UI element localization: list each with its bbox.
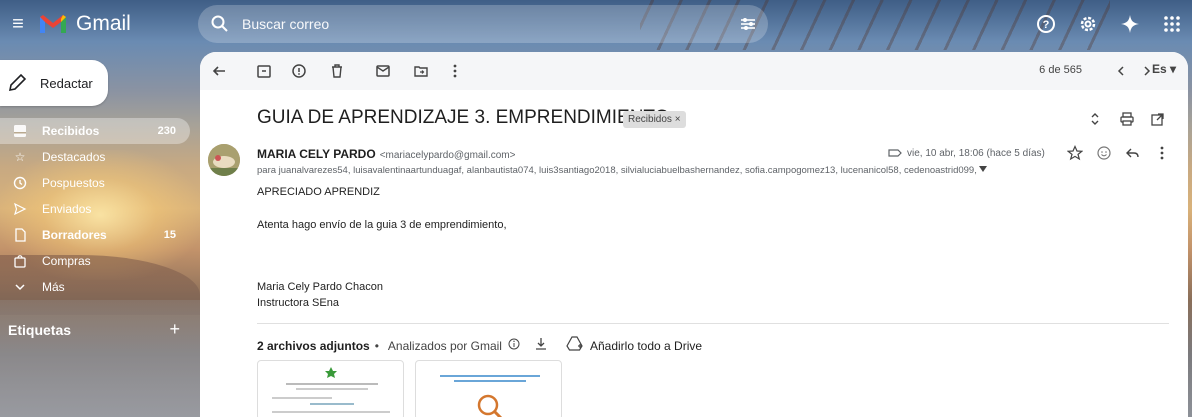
search-icon[interactable] [210, 14, 230, 34]
labels-section-header: Etiquetas + [8, 320, 180, 338]
mark-unread-icon[interactable] [374, 62, 392, 80]
input-language-label: Es [1151, 62, 1167, 76]
gmail-logo[interactable]: Gmail [38, 11, 131, 37]
apps-grid-icon[interactable] [1160, 12, 1184, 36]
sidebar-item-compras[interactable]: Compras [0, 248, 190, 274]
top-bar: ≡ Gmail ? [0, 0, 1192, 48]
gmail-logo-text: Gmail [76, 12, 131, 35]
pagination-count: 6 de 565 [1039, 64, 1082, 76]
sender-avatar[interactable] [208, 144, 240, 176]
draft-icon [12, 227, 28, 243]
bag-icon [12, 253, 28, 269]
sidebar-item-pospuestos[interactable]: Pospuestos [0, 170, 190, 196]
settings-gear-icon[interactable] [1076, 12, 1100, 36]
move-to-folder-icon[interactable] [412, 62, 430, 80]
separator-dot: • [374, 338, 379, 353]
labels-heading: Etiquetas [8, 322, 72, 338]
send-icon [12, 201, 28, 217]
sidebar-item-label: Borradores [42, 228, 107, 242]
email-body-text: Atenta hago envío de la guia 3 de empren… [257, 219, 507, 231]
recipients-list: para juanalvarezes54, luisavalentinaartu… [257, 165, 977, 176]
search-options-icon[interactable] [738, 14, 758, 34]
search-input[interactable] [242, 16, 702, 32]
sidebar-item-borradores[interactable]: Borradores 15 [0, 222, 190, 248]
reply-icon[interactable] [1123, 144, 1141, 162]
report-spam-icon[interactable] [290, 62, 308, 80]
sender-email: <mariacelypardo@gmail.com> [379, 150, 516, 161]
attachment-thumbnail-2[interactable] [415, 360, 562, 417]
add-all-to-drive-link[interactable]: Añadirlo todo a Drive [590, 339, 702, 353]
message-toolbar: 6 de 565 Es ▾ [200, 52, 1188, 90]
add-to-drive-icon[interactable] [566, 336, 584, 355]
email-subject: GUIA DE APRENDIZAJE 3. EMPRENDIMIENTO [257, 107, 670, 128]
svg-text:?: ? [1043, 19, 1050, 31]
header-actions: ? [1034, 12, 1184, 36]
message-pane: 6 de 565 Es ▾ GUIA DE APRENDIZAJE 3. EMP… [200, 52, 1188, 417]
previous-page-icon[interactable] [1112, 62, 1130, 80]
info-icon[interactable] [508, 338, 520, 353]
draft-count: 15 [163, 229, 176, 241]
gmail-m-icon [38, 13, 68, 35]
sidebar-item-label: Pospuestos [42, 176, 105, 190]
sidebar-item-label: Recibidos [42, 124, 100, 138]
sidebar-item-label: Enviados [42, 202, 92, 216]
pencil-icon [6, 72, 28, 94]
sidebar-item-destacados[interactable]: ☆ Destacados [0, 144, 190, 170]
chevron-down-icon [12, 279, 28, 295]
open-new-window-icon[interactable] [1148, 110, 1166, 128]
search-bar[interactable] [198, 5, 768, 43]
help-icon[interactable]: ? [1034, 12, 1058, 36]
message-more-icon[interactable] [1153, 144, 1171, 162]
sender-line: MARIA CELY PARDO <mariacelypardo@gmail.co… [257, 147, 515, 161]
more-options-icon[interactable] [446, 62, 464, 80]
attachments-count: 2 archivos adjuntos [257, 338, 370, 353]
label-chip-recibidos[interactable]: Recibidos × [623, 111, 686, 128]
attachment-thumbnail-1[interactable] [257, 360, 404, 417]
sidebar-item-label: Más [42, 280, 65, 294]
compose-button[interactable]: Redactar [0, 60, 108, 106]
show-details-icon[interactable] [978, 164, 988, 174]
recipients-line: para juanalvarezes54, luisavalentinaartu… [257, 165, 977, 176]
unread-count: 230 [157, 125, 176, 137]
archive-icon[interactable] [255, 62, 273, 80]
emoji-reaction-icon[interactable] [1095, 144, 1113, 162]
sidebar-item-enviados[interactable]: Enviados [0, 196, 190, 222]
sidebar-nav: Recibidos 230 ☆ Destacados Pospuestos En… [0, 118, 190, 300]
delete-trash-icon[interactable] [328, 62, 346, 80]
compose-label: Redactar [40, 75, 93, 91]
clock-icon [12, 175, 28, 191]
sidebar-item-label: Destacados [42, 150, 106, 164]
star-icon[interactable] [1066, 144, 1084, 162]
remove-label-icon[interactable]: × [675, 114, 681, 125]
attachments-divider [257, 323, 1169, 324]
gemini-sparkle-icon[interactable] [1118, 12, 1142, 36]
scanned-by-gmail: Analizados por Gmail [387, 338, 502, 353]
wallpaper-valley [0, 300, 200, 417]
label-tag-icon [886, 144, 904, 162]
attachments-header: 2 archivos adjuntos • Analizados por Gma… [257, 336, 702, 355]
download-all-icon[interactable] [534, 337, 548, 354]
email-greeting: APRECIADO APRENDIZ [257, 186, 380, 198]
add-label-button[interactable]: + [169, 320, 180, 338]
expand-collapse-icon[interactable] [1086, 110, 1104, 128]
sidebar-item-mas[interactable]: Más [0, 274, 190, 300]
sidebar-item-label: Compras [42, 254, 91, 268]
main-menu-icon[interactable]: ≡ [6, 12, 30, 36]
inbox-icon [12, 123, 28, 139]
star-icon: ☆ [14, 150, 26, 164]
print-icon[interactable] [1118, 110, 1136, 128]
signature-title: Instructora SEna [257, 297, 339, 309]
label-chip-text: Recibidos [628, 114, 672, 125]
back-arrow-icon[interactable] [210, 62, 228, 80]
input-language-selector[interactable]: Es ▾ [1152, 62, 1176, 76]
sidebar-item-recibidos[interactable]: Recibidos 230 [0, 118, 190, 144]
email-date: vie, 10 abr, 18:06 (hace 5 días) [907, 148, 1045, 159]
signature-name: Maria Cely Pardo Chacon [257, 281, 383, 293]
sender-name[interactable]: MARIA CELY PARDO [257, 147, 376, 161]
